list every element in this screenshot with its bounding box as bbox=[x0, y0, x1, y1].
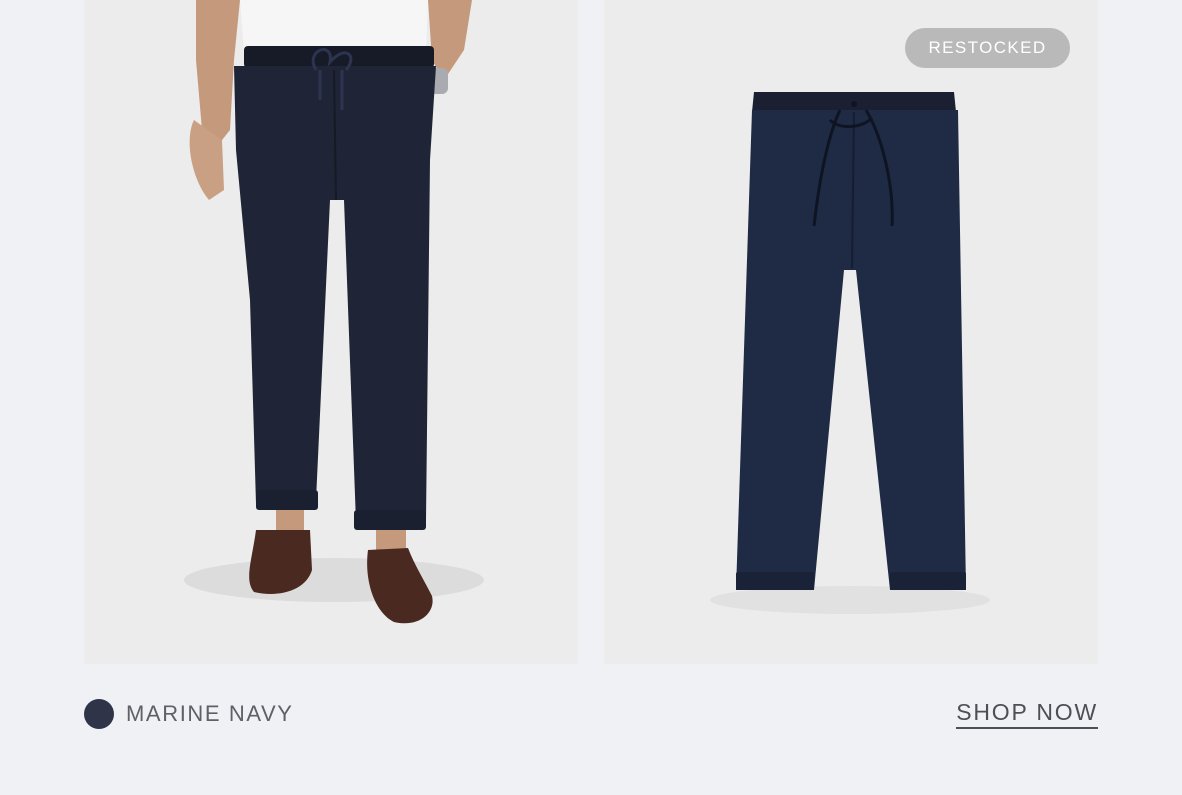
color-selector[interactable]: MARINE NAVY bbox=[84, 698, 294, 730]
restocked-badge: RESTOCKED bbox=[905, 28, 1070, 68]
product-image-model[interactable] bbox=[84, 0, 578, 664]
flat-lay-photo bbox=[710, 92, 990, 614]
product-card: RESTOCKED MARINE NAVY SHOP NOW bbox=[0, 0, 1182, 795]
model-photo bbox=[184, 0, 484, 624]
color-swatch[interactable] bbox=[84, 699, 114, 729]
product-image-flat[interactable]: RESTOCKED bbox=[604, 0, 1098, 664]
shop-now-link[interactable]: SHOP NOW bbox=[956, 699, 1098, 729]
color-name-label: MARINE NAVY bbox=[126, 701, 294, 726]
